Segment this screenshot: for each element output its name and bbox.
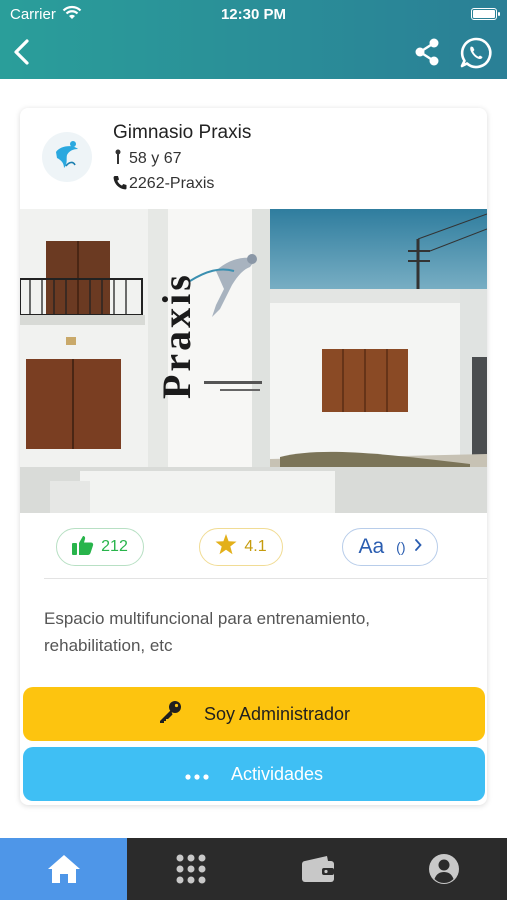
activities-button[interactable]: Actividades bbox=[23, 747, 485, 801]
admin-button[interactable]: Soy Administrador bbox=[23, 687, 485, 741]
tower-sign-text: Praxis bbox=[154, 272, 199, 399]
tab-home[interactable] bbox=[0, 838, 127, 900]
tab-bar bbox=[0, 838, 507, 900]
place-phone-row[interactable]: 2262-Praxis bbox=[113, 175, 214, 195]
place-description: Espacio multifuncional para entrenamient… bbox=[44, 609, 371, 655]
like-button[interactable]: 212 bbox=[56, 528, 144, 566]
share-icon bbox=[415, 38, 439, 66]
home-icon bbox=[47, 855, 80, 883]
language-button[interactable]: Aa () bbox=[342, 528, 438, 566]
tab-wallet[interactable] bbox=[254, 838, 381, 900]
place-name: Gimnasio Praxis bbox=[113, 122, 252, 143]
rating-value: 4.1 bbox=[244, 538, 267, 555]
share-button[interactable] bbox=[412, 36, 442, 68]
place-card: Gimnasio Praxis 58 y 67 2262-Praxis Prax… bbox=[20, 108, 487, 805]
stats-row: 212 4.1 Aa () bbox=[20, 528, 487, 572]
nav-bar bbox=[0, 30, 507, 76]
lang-label: Aa bbox=[358, 535, 385, 558]
user-icon bbox=[429, 854, 459, 884]
status-time: 12:30 PM bbox=[220, 6, 287, 23]
chevron-right-icon bbox=[414, 538, 422, 556]
status-bar: Carrier 12:30 PM bbox=[0, 0, 507, 28]
app-header: Carrier 12:30 PM bbox=[0, 0, 507, 79]
tab-profile[interactable] bbox=[381, 838, 507, 900]
back-button[interactable] bbox=[8, 34, 38, 70]
more-dots-icon bbox=[185, 764, 209, 785]
tab-categories[interactable] bbox=[127, 838, 254, 900]
like-count: 212 bbox=[101, 538, 128, 555]
place-phone: 2262-Praxis bbox=[129, 175, 215, 192]
thumbs-up-icon bbox=[72, 535, 94, 560]
activities-button-label: Actividades bbox=[230, 763, 324, 784]
lang-value: () bbox=[396, 539, 406, 555]
grid-icon bbox=[176, 854, 205, 884]
divider bbox=[44, 578, 487, 579]
place-address: 58 y 67 bbox=[129, 150, 182, 167]
place-photo: Praxis bbox=[20, 209, 487, 513]
admin-button-label: Soy Administrador bbox=[203, 703, 351, 724]
star-icon bbox=[215, 534, 237, 560]
chevron-left-icon bbox=[14, 39, 29, 65]
wallet-icon bbox=[301, 856, 334, 882]
whatsapp-icon bbox=[460, 37, 492, 69]
place-address-row: 58 y 67 bbox=[113, 149, 181, 170]
place-logo bbox=[42, 132, 92, 182]
rating-button[interactable]: 4.1 bbox=[199, 528, 283, 566]
phone-icon bbox=[113, 175, 129, 195]
whatsapp-button[interactable] bbox=[458, 35, 494, 71]
pin-icon bbox=[113, 149, 129, 170]
battery-icon bbox=[471, 8, 500, 20]
key-icon bbox=[158, 700, 182, 729]
